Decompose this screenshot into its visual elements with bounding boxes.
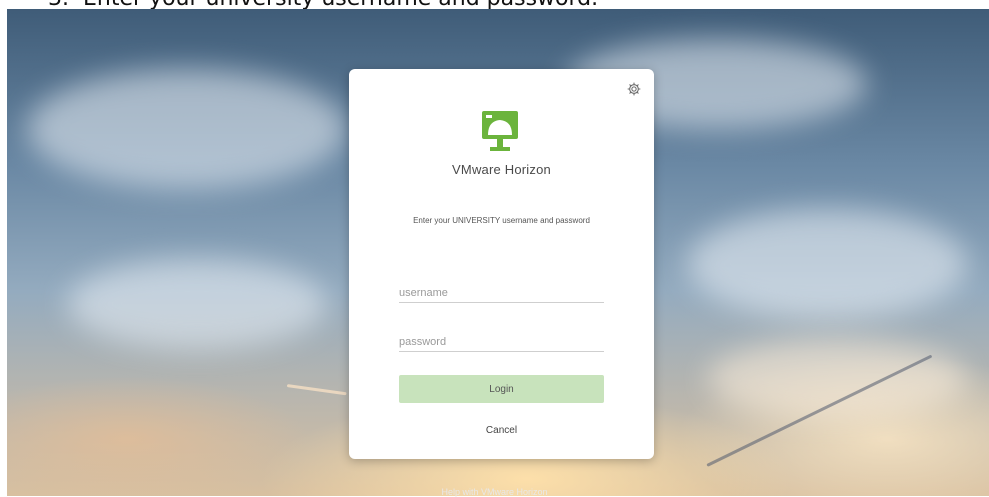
login-prompt: Enter your UNIVERSITY username and passw… [413, 216, 590, 225]
cloud [687, 209, 967, 319]
login-card: VMware Horizon Enter your UNIVERSITY use… [349, 69, 654, 459]
app-title: VMware Horizon [452, 162, 551, 177]
cloud [27, 69, 347, 189]
cloud [67, 259, 327, 349]
gear-icon[interactable] [626, 81, 642, 97]
contrail [286, 384, 347, 396]
cancel-link[interactable]: Cancel [349, 425, 654, 436]
vmware-horizon-logo-icon [482, 111, 518, 151]
login-button[interactable]: Login [399, 375, 604, 403]
username-input[interactable] [399, 284, 604, 303]
password-input[interactable] [399, 333, 604, 352]
cloud [707, 339, 967, 419]
